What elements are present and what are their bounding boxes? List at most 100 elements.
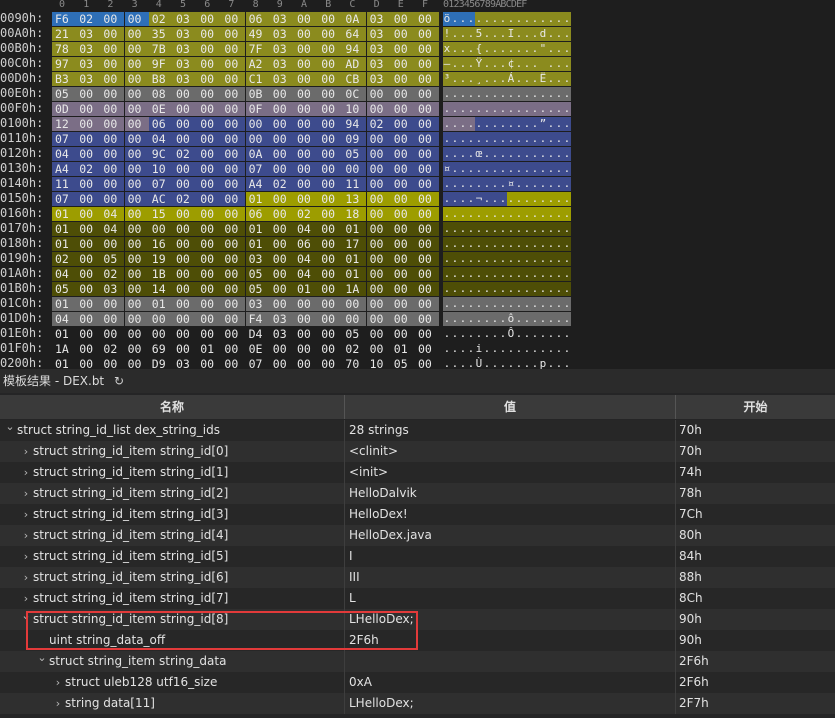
- hex-byte[interactable]: 05: [52, 87, 76, 101]
- ascii-char[interactable]: .: [483, 282, 491, 296]
- ascii-char[interactable]: .: [555, 312, 563, 326]
- hex-byte[interactable]: 00: [124, 42, 149, 56]
- ascii-char[interactable]: .: [451, 207, 459, 221]
- ascii-char[interactable]: .: [459, 192, 467, 206]
- hex-byte[interactable]: 00: [294, 177, 318, 191]
- hex-byte[interactable]: 00: [100, 147, 125, 161]
- ascii-char[interactable]: .: [491, 327, 499, 341]
- hex-byte[interactable]: 7F: [245, 42, 270, 56]
- hex-byte[interactable]: 03: [245, 297, 270, 311]
- template-row[interactable]: › struct uleb128 utf16_size 0xA 2F6h: [0, 672, 835, 693]
- hex-byte[interactable]: 00: [221, 117, 246, 131]
- ascii-char[interactable]: .: [443, 312, 451, 326]
- ascii-char[interactable]: .: [547, 147, 555, 161]
- hex-byte[interactable]: 00: [390, 282, 415, 296]
- hex-byte[interactable]: 00: [294, 192, 318, 206]
- ascii-char[interactable]: .: [547, 27, 555, 41]
- ascii-char[interactable]: .: [459, 132, 467, 146]
- hex-byte[interactable]: 03: [366, 27, 391, 41]
- ascii-char[interactable]: .: [499, 87, 507, 101]
- hex-byte[interactable]: F4: [245, 312, 270, 326]
- ascii-char[interactable]: .: [555, 252, 563, 266]
- ascii-char[interactable]: .: [531, 27, 539, 41]
- ascii-char[interactable]: .: [451, 192, 459, 206]
- hex-byte[interactable]: 06: [148, 117, 173, 131]
- hex-byte[interactable]: 01: [294, 282, 318, 296]
- ascii-char[interactable]: .: [499, 327, 507, 341]
- hex-byte[interactable]: 03: [269, 12, 294, 26]
- hex-byte[interactable]: 00: [124, 102, 149, 116]
- ascii-char[interactable]: .: [555, 177, 563, 191]
- ascii-char[interactable]: .: [515, 342, 523, 356]
- hex-byte[interactable]: 00: [294, 132, 318, 146]
- ascii-char[interactable]: .: [467, 207, 475, 221]
- hex-byte[interactable]: 00: [173, 177, 197, 191]
- hex-byte[interactable]: 02: [173, 192, 197, 206]
- hex-byte[interactable]: 00: [100, 237, 125, 251]
- hex-byte[interactable]: 00: [318, 87, 343, 101]
- ascii-char[interactable]: .: [515, 237, 523, 251]
- hex-byte[interactable]: 00: [221, 252, 246, 266]
- hex-byte[interactable]: 00: [197, 87, 222, 101]
- hex-byte[interactable]: 00: [197, 282, 222, 296]
- hex-byte[interactable]: 00: [76, 312, 101, 326]
- ascii-char[interactable]: .: [547, 282, 555, 296]
- hex-byte[interactable]: 00: [391, 327, 415, 341]
- ascii-char[interactable]: .: [563, 252, 571, 266]
- hex-byte[interactable]: 00: [221, 267, 246, 281]
- ascii-char[interactable]: .: [483, 117, 491, 131]
- ascii-char[interactable]: .: [563, 177, 571, 191]
- ascii-char[interactable]: .: [539, 222, 547, 236]
- hex-byte[interactable]: 00: [270, 342, 294, 356]
- ascii-char[interactable]: .: [451, 162, 459, 176]
- hex-byte[interactable]: 07: [52, 132, 76, 146]
- ascii-char[interactable]: .: [515, 132, 523, 146]
- ascii-char[interactable]: .: [451, 12, 459, 26]
- ascii-char[interactable]: .: [531, 87, 539, 101]
- ascii-char[interactable]: .: [467, 342, 475, 356]
- hex-byte[interactable]: 00: [173, 312, 197, 326]
- hex-byte[interactable]: 00: [124, 162, 149, 176]
- hex-byte[interactable]: 00: [221, 297, 246, 311]
- ascii-char[interactable]: .: [563, 282, 571, 296]
- hex-byte[interactable]: 00: [415, 72, 439, 86]
- hex-byte[interactable]: 00: [269, 297, 294, 311]
- ascii-char[interactable]: .: [491, 207, 499, 221]
- ascii-char[interactable]: .: [499, 162, 507, 176]
- ascii-char[interactable]: .: [563, 147, 571, 161]
- hex-byte[interactable]: 00: [100, 177, 125, 191]
- ascii-char[interactable]: .: [491, 192, 499, 206]
- hex-byte[interactable]: 00: [366, 87, 391, 101]
- hex-byte[interactable]: 00: [294, 342, 318, 356]
- ascii-char[interactable]: .: [475, 312, 483, 326]
- ascii-char[interactable]: .: [491, 147, 499, 161]
- template-row[interactable]: uint string_data_off 2F6h 90h: [0, 630, 835, 651]
- hex-byte[interactable]: 01: [148, 297, 173, 311]
- hex-byte[interactable]: 00: [294, 327, 318, 341]
- ascii-char[interactable]: .: [515, 117, 523, 131]
- ascii-char[interactable]: .: [491, 177, 499, 191]
- ascii-char[interactable]: .: [515, 87, 523, 101]
- hex-byte[interactable]: 00: [197, 102, 222, 116]
- ascii-char[interactable]: .: [555, 162, 563, 176]
- ascii-char[interactable]: .: [499, 252, 507, 266]
- ascii-char[interactable]: .: [539, 162, 547, 176]
- ascii-char[interactable]: .: [475, 327, 483, 341]
- hex-byte[interactable]: 03: [269, 312, 294, 326]
- ascii-char[interactable]: .: [459, 282, 467, 296]
- ascii-char[interactable]: .: [451, 177, 459, 191]
- hex-byte[interactable]: 97: [52, 57, 76, 71]
- hex-byte[interactable]: 00: [366, 192, 391, 206]
- ascii-char[interactable]: !: [443, 27, 451, 41]
- ascii-char[interactable]: .: [491, 252, 499, 266]
- hex-byte[interactable]: 06: [294, 237, 318, 251]
- ascii-char[interactable]: .: [507, 162, 515, 176]
- hex-byte[interactable]: 00: [221, 237, 246, 251]
- ascii-char[interactable]: .: [443, 192, 451, 206]
- hex-byte[interactable]: 03: [173, 12, 197, 26]
- ascii-char[interactable]: .: [459, 237, 467, 251]
- ascii-char[interactable]: .: [467, 42, 475, 56]
- hex-byte[interactable]: 00: [173, 222, 197, 236]
- ascii-char[interactable]: .: [483, 327, 491, 341]
- hex-byte[interactable]: 00: [221, 162, 246, 176]
